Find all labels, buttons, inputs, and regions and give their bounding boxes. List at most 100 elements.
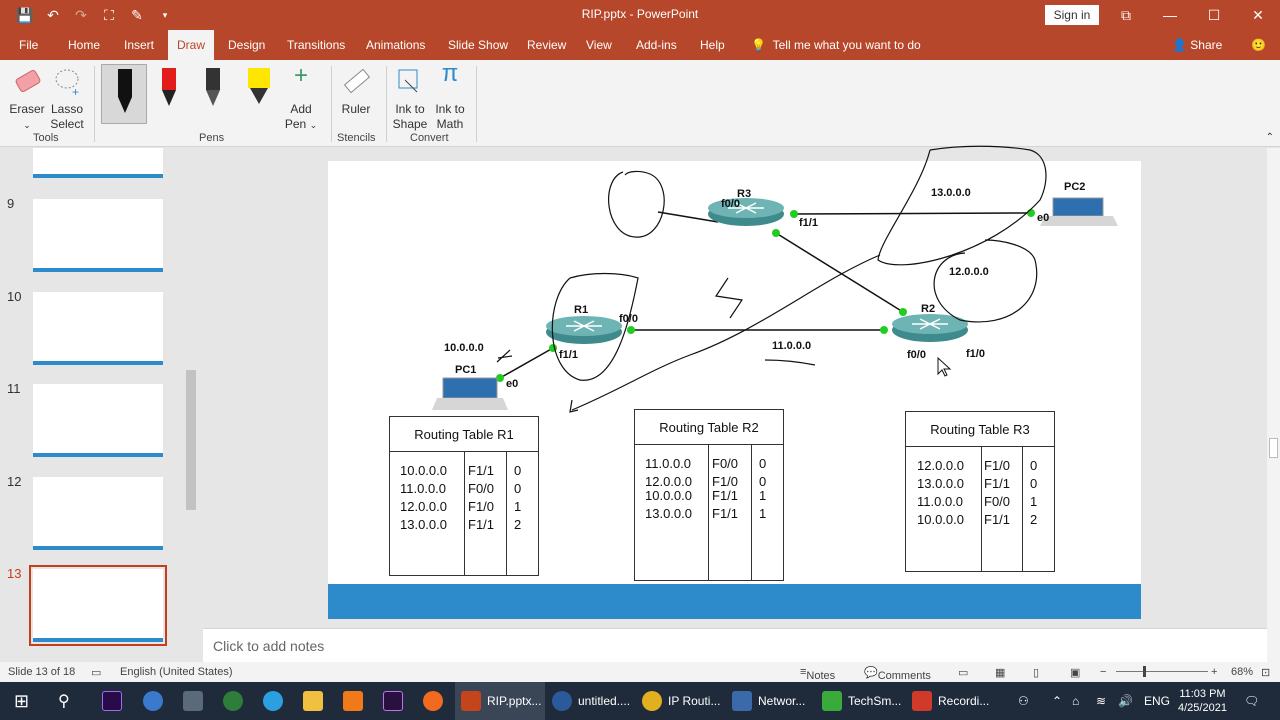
link-r3-r2 [775,232,904,313]
table-cell: 11.0.0.0 [917,494,964,509]
table-cell: 12.0.0.0 [917,458,964,473]
taskbar-app-label: IP Routi... [668,694,721,708]
interface-label: f1/0 [966,348,985,360]
app-icon[interactable] [143,682,163,720]
status-bar: Slide 13 of 18 ▭ English (United States)… [0,662,1280,682]
app-icon[interactable] [263,682,283,720]
taskbar-app-label: RIP.pptx... [487,694,542,708]
app-icon[interactable] [183,682,203,720]
clock-date: 4/25/2021 [1178,702,1227,714]
reading-view-icon[interactable]: ▯ [1033,666,1039,679]
table-interfaces: F1/0 F1/1 F0/0 F1/1 [984,457,1010,529]
table-hops: 0 0 1 1 [759,455,766,523]
notification-icon[interactable]: 🗨 [1244,682,1259,720]
taskbar-app-label: untitled.... [578,694,631,708]
table-cell: 10.0.0.0 [645,488,692,503]
comments-label: Comments [877,670,931,682]
zoom-slider-handle[interactable] [1143,666,1146,677]
table-cell: F0/0 [984,494,1011,509]
slideshow-icon[interactable]: ▣ [1070,666,1080,679]
table-cell: 10.0.0.0 [400,463,447,478]
table-cell: F0/0 [712,456,739,471]
router-label-r2: R2 [921,303,936,315]
spellcheck-icon[interactable]: ▭ [91,666,101,679]
interface-dot [899,308,907,316]
clock[interactable]: 11:03 PM 4/25/2021 [1178,682,1227,720]
photoshop-icon[interactable] [383,682,403,720]
search-icon[interactable]: ⚲ [58,682,70,720]
table-cell: 2 [1030,512,1038,527]
network-icon[interactable]: ⌂ [1072,682,1079,720]
table-cell: 13.0.0.0 [917,476,964,491]
zoom-in-icon[interactable]: + [1211,666,1217,678]
interface-dot [880,326,888,334]
table-interfaces: F1/1 F0/0 F1/0 F1/1 [468,462,494,534]
ink-circle [608,170,665,238]
table-networks: 11.0.0.0 12.0.0.0 10.0.0.0 13.0.0.0 [645,455,692,523]
table-cell: 1 [514,499,522,514]
wifi-icon[interactable]: ≋ [1096,682,1106,720]
table-cell: F1/0 [984,458,1011,473]
interface-label: f1/1 [559,349,578,361]
routing-table-r1[interactable]: Routing Table R1 10.0.0.0 11.0.0.0 12.0.… [389,416,539,576]
language-indicator[interactable]: ENG [1144,682,1170,720]
taskbar-app-powerpoint[interactable]: RIP.pptx... [455,682,545,720]
notes-toggle[interactable]: ≡ Notes [800,666,835,682]
zoom-slider[interactable] [1116,671,1208,672]
taskbar-app-recording[interactable]: Recordi... [912,682,989,720]
taskbar-app-techsmith[interactable]: TechSm... [822,682,901,720]
language-indicator[interactable]: English (United States) [120,666,233,678]
app-icon [822,691,842,711]
taskbar-app-untitled[interactable]: untitled.... [552,682,630,720]
volume-icon[interactable]: 🔊 [1118,682,1133,720]
table-cell: 13.0.0.0 [400,517,447,532]
table-cell: 10.0.0.0 [917,512,964,527]
file-explorer-icon[interactable] [303,682,323,720]
ink-scribble [714,277,744,319]
premiere-icon[interactable] [102,682,122,720]
slide-counter: Slide 13 of 18 [8,666,76,678]
table-cell: 0 [1030,476,1038,491]
firefox-icon[interactable] [423,682,443,720]
slide-scrollbar[interactable] [1267,148,1280,662]
tray-chevron-icon[interactable]: ⌃ [1052,682,1062,720]
table-cell: F0/0 [468,481,495,496]
table-interfaces: F0/0 F1/0 F1/1 F1/1 [712,455,738,523]
normal-view-icon[interactable]: ▭ [958,666,968,679]
app-icon[interactable] [343,682,363,720]
interface-dot [1027,209,1035,217]
table-cell: F1/1 [712,506,739,521]
routing-table-r2[interactable]: Routing Table R2 11.0.0.0 12.0.0.0 10.0.… [634,409,784,581]
zoom-out-icon[interactable]: − [1100,666,1106,678]
interface-label: f0/0 [619,313,638,325]
slide-sorter-icon[interactable]: ▦ [995,666,1005,679]
table-cell: 2 [514,517,522,532]
table-cell: 11.0.0.0 [400,481,447,496]
fit-slide-icon[interactable]: ⊡ [1261,666,1270,679]
powerpoint-icon [461,691,481,711]
people-icon[interactable]: ⚇ [1018,682,1029,720]
table-cell: 0 [1030,458,1038,473]
pc1-laptop [432,377,508,410]
pc-label-pc1: PC1 [455,364,477,376]
comments-toggle[interactable]: 💬 Comments [864,666,931,682]
notes-pane[interactable]: Click to add notes [203,628,1267,662]
app-icon [912,691,932,711]
taskbar-app-label: Recordi... [938,694,990,708]
network-label: 10.0.0.0 [444,342,484,354]
routing-table-r3[interactable]: Routing Table R3 12.0.0.0 13.0.0.0 11.0.… [905,411,1055,572]
windows-start-icon[interactable]: ⊞ [14,682,29,720]
zoom-level[interactable]: 68% [1231,666,1253,678]
scroll-thumb[interactable] [1269,438,1278,458]
table-divider [464,452,465,575]
app-icon[interactable] [223,682,243,720]
taskbar-app-chrome[interactable]: IP Routi... [642,682,720,720]
table-title: Routing Table R3 [906,412,1054,447]
table-cell: 0 [514,463,522,478]
table-cell: F1/1 [468,517,495,532]
taskbar-app-network[interactable]: Networ... [732,682,805,720]
table-cell: 11.0.0.0 [645,456,692,471]
table-divider [506,452,507,575]
table-divider [708,445,709,580]
link-r3-pc2 [792,212,1031,215]
